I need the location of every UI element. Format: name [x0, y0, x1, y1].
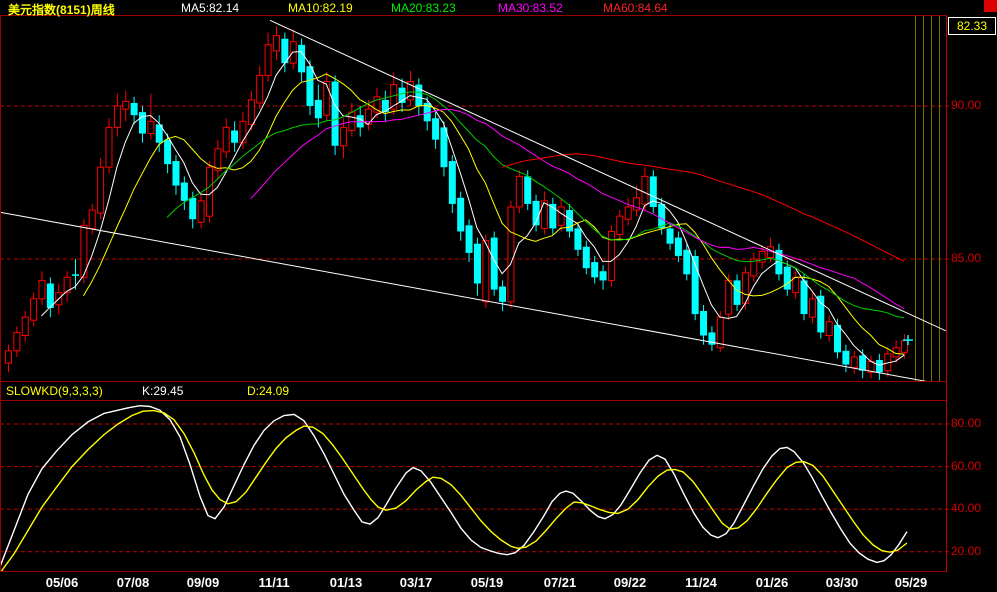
x-axis-label: 01/26: [755, 575, 789, 590]
y-axis-label: 40.00: [951, 501, 982, 516]
x-axis-label: 05/06: [45, 575, 79, 590]
ma-legend-item: MA60:84.64: [603, 1, 668, 15]
k-line: [0, 404, 908, 567]
ma5-line: [41, 50, 905, 366]
ma-legend-item: MA30:83.52: [498, 1, 563, 15]
x-axis-label: 05/19: [470, 575, 504, 590]
indicator-header-bar: SLOWKD(9,3,3,3) K:29.45 D:24.09: [0, 383, 948, 400]
chart-canvas[interactable]: [0, 0, 997, 592]
candles-group: [5, 26, 909, 380]
ma-legend-item: MA5:82.14: [181, 1, 240, 15]
chart-title: 美元指数(8151)周线: [8, 3, 115, 17]
x-axis-label: 07/21: [543, 575, 577, 590]
indicator-d-value: D:24.09: [247, 384, 290, 398]
corner-square-icon: [984, 0, 997, 12]
x-axis-label: 09/22: [613, 575, 647, 590]
chart-window: 美元指数(8151)周线 MA5:82.14 MA10:82.19 MA20:83.…: [0, 0, 997, 592]
y-axis-label: 90.00: [951, 98, 982, 112]
y-axis-label: 80.00: [951, 416, 982, 430]
latest-price-value: 82.33: [956, 19, 988, 33]
latest-price-box: 82.33: [948, 17, 996, 35]
y-axis-label: 85.00: [951, 251, 982, 265]
x-axis-label: 01/13: [329, 575, 363, 590]
x-axis-label: 03/30: [825, 575, 859, 590]
x-axis-label: 11/11: [258, 575, 290, 590]
d-line: [0, 409, 908, 572]
ma30-line: [250, 108, 905, 310]
y-axis-label: 20.00: [951, 543, 982, 558]
x-axis-label: 09/09: [186, 575, 220, 590]
ma-legend-item: MA20:83.23: [391, 1, 456, 15]
kd-lines-group: [0, 404, 908, 572]
x-axis-label: 11/24: [685, 575, 717, 590]
x-axis-label: 07/08: [116, 575, 150, 590]
ma-legend-item: MA10:82.19: [288, 1, 353, 15]
ma-lines-group: [41, 50, 905, 366]
header-bar: 美元指数(8151)周线 MA5:82.14 MA10:82.19 MA20:83.…: [0, 0, 997, 17]
x-axis-label: 03/17: [399, 575, 433, 590]
x-axis-label: 05/29: [894, 575, 928, 590]
indicator-k-value: K:29.45: [142, 384, 184, 398]
trendlines-group: [0, 19, 947, 382]
indicator-label: SLOWKD(9,3,3,3): [6, 384, 103, 398]
date-axis: 05/06 07/08 09/09 11/11 01/13 03/17 05/19 07/21…: [0, 575, 997, 592]
y-axis-label: 60.00: [951, 458, 982, 473]
